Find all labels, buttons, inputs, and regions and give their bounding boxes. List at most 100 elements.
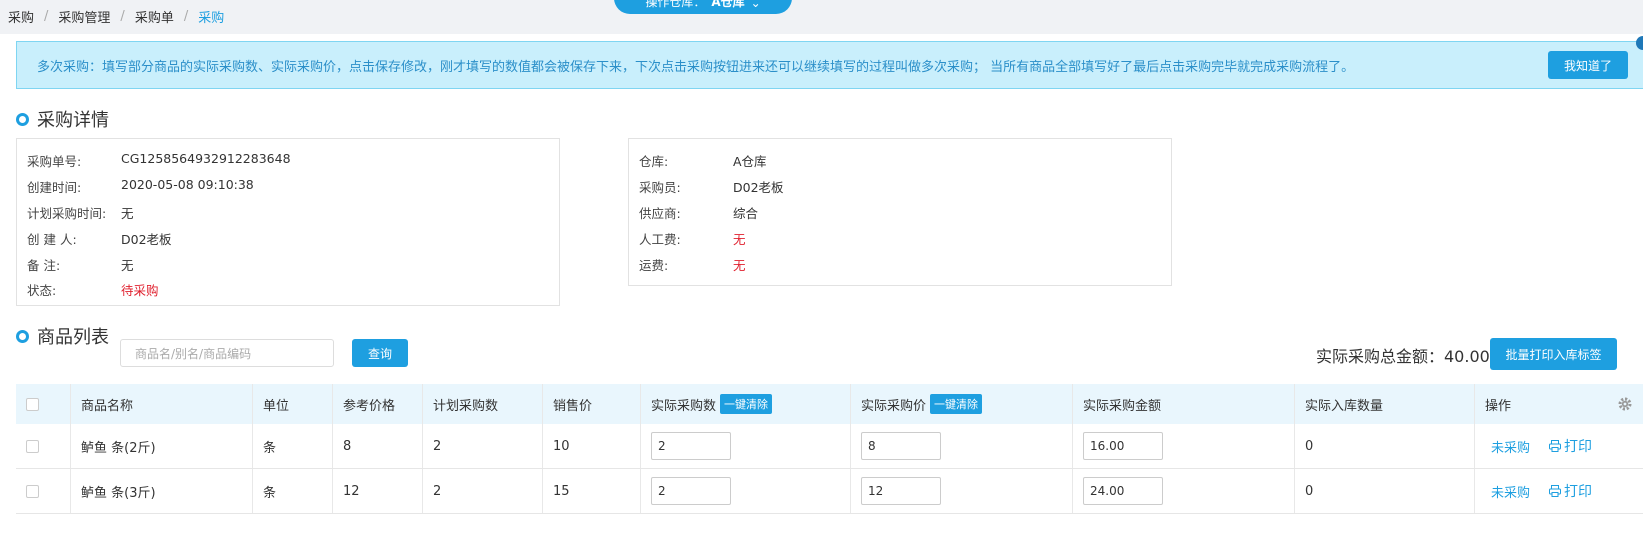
info-label: 人工费: (639, 232, 681, 247)
info-value: 综合 (733, 206, 759, 221)
info-row: 采购员: D02老板 (639, 177, 784, 196)
info-label: 备 注: (27, 258, 61, 273)
batch-print-button[interactable]: 批量打印入库标签 (1490, 338, 1617, 370)
print-label: 打印 (1564, 484, 1593, 500)
breadcrumb-separator: / (120, 8, 125, 24)
select-all-checkbox[interactable] (26, 397, 39, 411)
column-header: 参考价格 (333, 384, 423, 424)
stock-in-qty: 0 (1295, 424, 1475, 468)
notice-banner: 多次采购：填写部分商品的实际采购数、实际采购价，点击保存修改，刚才填写的数值都会… (16, 41, 1643, 89)
column-header-actual-qty: 实际采购数 一键清除 (641, 384, 851, 424)
amount-cell: 16.00 (1073, 424, 1295, 468)
column-header: 单位 (253, 384, 333, 424)
column-header-label: 实际采购数 (651, 398, 717, 414)
status-value: 待采购 (121, 283, 159, 298)
gear-icon[interactable] (1617, 396, 1633, 412)
info-value: CG1258564932912283648 (121, 151, 291, 166)
total-amount: 实际采购总金额：40.00 (1316, 347, 1490, 366)
info-value: A仓库 (733, 154, 767, 169)
actual-qty-input[interactable]: 2 (651, 477, 731, 505)
column-header: 计划采购数 (423, 384, 543, 424)
info-label: 采购单号: (27, 154, 82, 169)
breadcrumb: 采购 / 采购管理 / 采购单 / 采购 (8, 6, 224, 26)
info-value: 无 (121, 206, 134, 221)
clear-price-button[interactable]: 一键清除 (930, 394, 983, 414)
info-label: 运费: (639, 258, 669, 273)
actual-qty-input[interactable]: 2 (651, 432, 731, 460)
info-row: 仓库: A仓库 (639, 151, 767, 170)
row-checkbox[interactable] (26, 484, 39, 498)
info-label: 计划采购时间: (27, 206, 107, 221)
product-search-input[interactable]: 商品名/别名/商品编码 (120, 339, 334, 367)
amount-input[interactable]: 24.00 (1083, 477, 1163, 505)
breadcrumb-item[interactable]: 采购管理 (58, 7, 110, 26)
column-header: 实际入库数量 (1295, 384, 1475, 424)
freight-value: 无 (733, 258, 746, 273)
actions-cell: 未采购 打印 (1475, 469, 1643, 513)
unit: 条 (253, 424, 333, 468)
table-header: 商品名称 单位 参考价格 计划采购数 销售价 实际采购数 一键清除 实际采购价 … (16, 384, 1643, 424)
warehouse-label: 操作仓库： (645, 0, 706, 9)
query-button[interactable]: 查询 (352, 339, 408, 367)
column-header: 商品名称 (71, 384, 253, 424)
detail-section-title: 采购详情 (16, 106, 109, 132)
info-label: 状态: (27, 283, 57, 298)
printer-icon (1549, 485, 1562, 497)
print-link[interactable]: 打印 (1548, 481, 1592, 501)
info-row: 人工费: 无 (639, 229, 746, 248)
print-link[interactable]: 打印 (1548, 436, 1592, 456)
actual-price-input[interactable]: 8 (861, 432, 941, 460)
info-label: 采购员: (639, 180, 681, 195)
breadcrumb-separator: / (44, 8, 49, 24)
row-select-cell (16, 469, 71, 513)
products-section-title: 商品列表 (16, 323, 109, 349)
amount-cell: 24.00 (1073, 469, 1295, 513)
floating-dot[interactable] (1636, 36, 1643, 50)
sale-price: 15 (543, 469, 641, 513)
actions-cell: 未采购 打印 (1475, 424, 1643, 468)
table-row: 鲈鱼 条(3斤) 条 12 2 15 2 12 24.00 0 未采购 打印 (16, 469, 1643, 514)
actual-qty-cell: 2 (641, 469, 851, 513)
clear-qty-button[interactable]: 一键清除 (720, 394, 773, 414)
circle-icon (16, 112, 29, 126)
actual-price-input[interactable]: 12 (861, 477, 941, 505)
info-row: 状态: 待采购 (27, 280, 159, 299)
products-title: 商品列表 (37, 327, 109, 348)
stock-in-qty: 0 (1295, 469, 1475, 513)
row-select-cell (16, 424, 71, 468)
table-row: 鲈鱼 条(2斤) 条 8 2 10 2 8 16.00 0 未采购 打印 (16, 424, 1643, 469)
detail-title: 采购详情 (37, 110, 109, 131)
status-link[interactable]: 未采购 (1491, 437, 1530, 456)
info-label: 创 建 人: (27, 232, 77, 247)
ref-price: 8 (333, 424, 423, 468)
labor-fee-value: 无 (733, 232, 746, 247)
info-row: 供应商: 综合 (639, 203, 758, 222)
chevron-down-icon: ⌄ (750, 0, 761, 10)
print-label: 打印 (1564, 439, 1593, 455)
breadcrumb-separator: / (183, 8, 189, 24)
main-panel: 多次采购：填写部分商品的实际采购数、实际采购价，点击保存修改，刚才填写的数值都会… (0, 34, 1643, 552)
detail-info-right: 仓库: A仓库 采购员: D02老板 供应商: 综合 人工费: 无 运费: 无 (628, 138, 1172, 286)
info-value: 2020-05-08 09:10:38 (121, 177, 254, 192)
notice-text: 多次采购：填写部分商品的实际采购数、实际采购价，点击保存修改，刚才填写的数值都会… (37, 59, 1355, 75)
warehouse-value: A仓库 (711, 0, 745, 9)
info-row: 备 注: 无 (27, 255, 134, 274)
ref-price: 12 (333, 469, 423, 513)
actual-price-cell: 12 (851, 469, 1073, 513)
plan-qty: 2 (423, 469, 543, 513)
info-row: 采购单号: CG1258564932912283648 (27, 151, 291, 170)
info-value: D02老板 (121, 232, 172, 247)
got-it-button[interactable]: 我知道了 (1548, 51, 1628, 79)
status-link[interactable]: 未采购 (1491, 482, 1530, 501)
column-header: 销售价 (543, 384, 641, 424)
warehouse-selector[interactable]: 操作仓库： A仓库 ⌄ (614, 0, 792, 14)
circle-icon (16, 329, 29, 343)
breadcrumb-item[interactable]: 采购单 (135, 7, 174, 26)
breadcrumb-item[interactable]: 采购 (8, 7, 34, 26)
row-checkbox[interactable] (26, 439, 39, 453)
info-row: 创 建 人: D02老板 (27, 229, 172, 248)
amount-input[interactable]: 16.00 (1083, 432, 1163, 460)
info-row: 计划采购时间: 无 (27, 203, 134, 222)
info-value: D02老板 (733, 180, 784, 195)
select-all-cell (16, 384, 71, 424)
